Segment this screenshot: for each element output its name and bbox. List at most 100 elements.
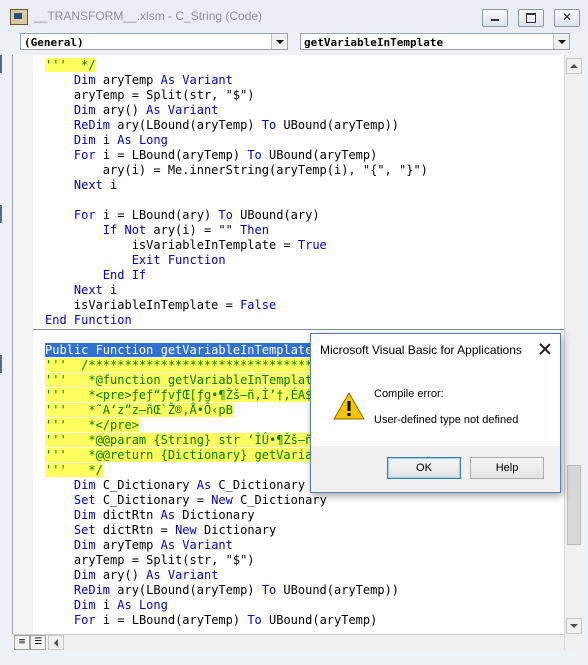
code-token: ary(LBound(aryTemp) — [110, 118, 262, 132]
close-icon[interactable] — [537, 341, 553, 357]
dialog-title-bar[interactable]: Microsoft Visual Basic for Applications — [311, 334, 560, 364]
code-line[interactable]: For i = LBound(ary) To UBound(ary) — [45, 208, 428, 223]
title-bar[interactable]: __TRANSFORM__.xlsm - C_String (Code) ✕ — [0, 0, 588, 32]
code-block-top[interactable]: ''' */ Dim aryTemp As Variant aryTemp = … — [45, 58, 428, 328]
code-line[interactable]: aryTemp = Split(str, "$") — [45, 553, 399, 568]
keyword-token: Dim — [73, 568, 96, 582]
scroll-down-icon[interactable] — [566, 618, 582, 634]
code-line[interactable]: ReDim ary(LBound(aryTemp) To UBound(aryT… — [45, 118, 428, 133]
full-module-view-icon[interactable]: ☰ — [30, 635, 46, 650]
code-token: aryTemp — [95, 538, 161, 552]
code-line[interactable]: Exit Function — [45, 253, 428, 268]
strip-mark — [0, 355, 2, 373]
object-combo[interactable]: (General) — [20, 33, 288, 50]
scroll-up-icon[interactable] — [566, 58, 582, 74]
code-line[interactable]: Dim dictRtn As Dictionary — [45, 508, 399, 523]
code-line[interactable]: Dim i As Long — [45, 133, 428, 148]
close-icon: ✕ — [562, 10, 573, 24]
keyword-token: ReDim — [73, 583, 111, 597]
strip-mark — [0, 205, 2, 223]
chevron-down-icon[interactable] — [271, 34, 287, 49]
scroll-left-icon[interactable] — [48, 635, 64, 650]
code-line[interactable]: ReDim ary(LBound(aryTemp) To UBound(aryT… — [45, 583, 399, 598]
keyword-token: To — [218, 208, 233, 222]
code-line[interactable]: Dim aryTemp As Variant — [45, 538, 399, 553]
code-token: UBound(aryTemp) — [261, 148, 378, 162]
procedure-view-icon[interactable]: ≡ — [14, 635, 30, 650]
code-line[interactable] — [45, 193, 428, 208]
bottom-bar: ≡ ☰ — [12, 634, 564, 651]
code-line[interactable]: Next i — [45, 178, 428, 193]
chevron-down-icon[interactable] — [553, 34, 569, 49]
keyword-token: End If — [102, 268, 147, 282]
procedure-combo[interactable]: getVariableInTemplate — [300, 33, 570, 50]
code-line[interactable]: Dim ary() As Variant — [45, 103, 428, 118]
code-line[interactable]: End If — [45, 268, 428, 283]
code-token: C_Dictionary = — [95, 493, 212, 507]
keyword-token: As Variant — [146, 568, 219, 582]
margin-indicator-bar[interactable] — [13, 55, 33, 650]
comment-token: ''' *</pre> — [45, 418, 139, 432]
keyword-token: As Variant — [160, 538, 233, 552]
keyword-token: Set — [73, 523, 96, 537]
code-line[interactable]: Next i — [45, 283, 428, 298]
code-line[interactable]: Set C_Dictionary = New C_Dictionary — [45, 493, 399, 508]
code-line[interactable]: Set dictRtn = New Dictionary — [45, 523, 399, 538]
code-line[interactable]: For i = LBound(aryTemp) To UBound(aryTem… — [45, 148, 428, 163]
code-line[interactable]: Dim i As Long — [45, 598, 399, 613]
code-token: ary(i) = "" — [146, 223, 241, 237]
code-line[interactable]: ''' */ — [45, 58, 428, 73]
keyword-token: For — [73, 613, 96, 627]
object-combo-value: (General) — [24, 36, 84, 49]
code-token: aryTemp = Split(str, "$") — [45, 553, 255, 567]
code-line[interactable]: isVariableInTemplate = False — [45, 298, 428, 313]
keyword-token: To — [261, 583, 277, 597]
scroll-thumb[interactable] — [567, 465, 581, 545]
keyword-token: Then — [240, 223, 269, 237]
code-line[interactable]: aryTemp = Split(str, "$") — [45, 88, 428, 103]
help-button[interactable]: Help — [470, 457, 544, 479]
keyword-token: As Variant — [160, 73, 233, 87]
code-line[interactable]: ary(i) = Me.innerString(aryTemp(i), "{",… — [45, 163, 428, 178]
code-token: isVariableInTemplate = — [45, 298, 241, 312]
keyword-token: As Long — [117, 133, 168, 147]
code-token: dictRtn = — [95, 523, 176, 537]
code-token: UBound(aryTemp)) — [276, 583, 400, 597]
minimize-button[interactable] — [482, 9, 508, 27]
code-line[interactable]: Dim ary() As Variant — [45, 568, 399, 583]
ok-button[interactable]: OK — [387, 457, 461, 479]
code-token: ary() — [95, 568, 147, 582]
code-token: i — [95, 598, 118, 612]
comment-token: ''' /***********************************… — [45, 358, 349, 372]
keyword-token: As — [160, 508, 176, 522]
keyword-token: True — [297, 238, 327, 252]
vertical-scrollbar[interactable] — [564, 55, 583, 650]
code-token: i — [102, 283, 118, 297]
code-line[interactable]: For i = LBound(aryTemp) To UBound(aryTem… — [45, 613, 399, 628]
code-token: C_Dictionary — [232, 493, 327, 507]
strip-mark — [0, 55, 2, 73]
keyword-token: Exit Function — [131, 253, 226, 267]
code-line[interactable]: End Function — [45, 313, 428, 328]
code-line[interactable]: Dim aryTemp As Variant — [45, 73, 428, 88]
selected-text: Public Function getVariableInTemplate( — [45, 343, 320, 357]
close-window-button[interactable]: ✕ — [554, 9, 580, 27]
code-line[interactable]: If Not ary(i) = "" Then — [45, 223, 428, 238]
code-token: UBound(aryTemp)) — [276, 118, 400, 132]
keyword-token: Dim — [73, 538, 96, 552]
keyword-token: Next — [73, 178, 103, 192]
left-strip — [0, 55, 12, 650]
restore-button[interactable] — [518, 9, 544, 27]
minimize-icon — [491, 19, 499, 21]
code-line[interactable]: isVariableInTemplate = True — [45, 238, 428, 253]
